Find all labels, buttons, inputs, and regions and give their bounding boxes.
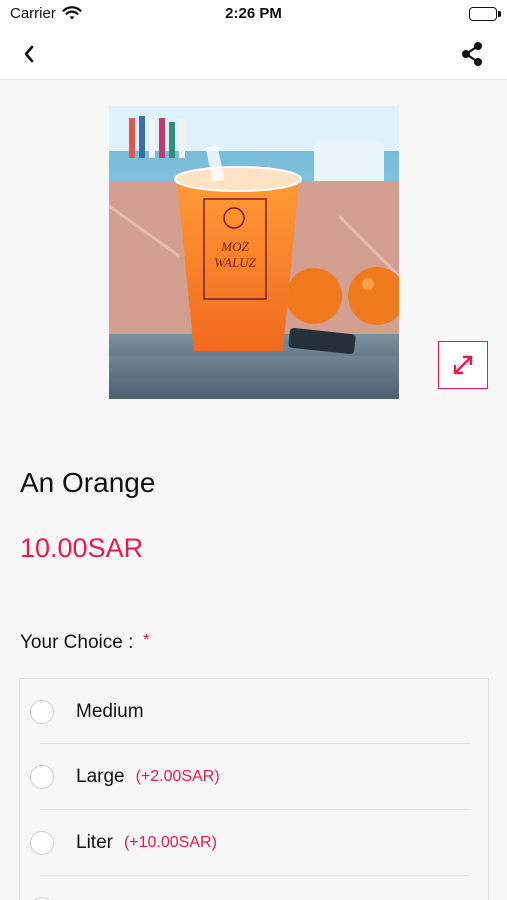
share-button[interactable] — [457, 39, 487, 69]
back-button[interactable] — [14, 40, 44, 68]
option-extra-price: (+10.00SAR) — [123, 834, 217, 851]
radio-button[interactable] — [30, 765, 54, 789]
option-label: Liter — [76, 832, 113, 853]
chevron-left-icon — [24, 45, 34, 63]
clock-time: 2:26 PM — [225, 5, 282, 22]
option-medium[interactable]: Medium — [20, 679, 490, 745]
share-icon — [462, 42, 482, 66]
option-extra-price: (+2.00SAR) — [135, 768, 220, 785]
expand-image-button[interactable] — [438, 341, 488, 389]
status-bar: Carrier 2:26 PM — [0, 0, 507, 28]
cup-brand-line2: WALUZ — [214, 255, 256, 270]
radio-button[interactable] — [30, 700, 54, 724]
navigation-bar — [0, 28, 507, 80]
option-label: Large — [76, 766, 125, 787]
choice-heading: Your Choice : * — [20, 632, 150, 654]
expand-arrows-icon — [453, 355, 473, 375]
radio-button[interactable] — [30, 831, 54, 855]
battery-icon — [469, 7, 501, 21]
product-image[interactable]: MOZ WALUZ — [109, 106, 399, 399]
option-more[interactable] — [20, 876, 490, 900]
option-liter[interactable]: Liter (+10.00SAR) — [20, 810, 490, 876]
cup-brand-line1: MOZ — [220, 239, 249, 254]
choice-heading-label: Your Choice : — [20, 632, 134, 653]
choice-options: Medium Large (+2.00SAR) Liter (+10.00SAR… — [19, 678, 489, 900]
product-title: An Orange — [20, 467, 156, 498]
required-marker: * — [143, 632, 150, 649]
option-label: Medium — [76, 701, 144, 722]
product-price: 10.00SAR — [20, 533, 144, 563]
option-large[interactable]: Large (+2.00SAR) — [20, 744, 490, 810]
